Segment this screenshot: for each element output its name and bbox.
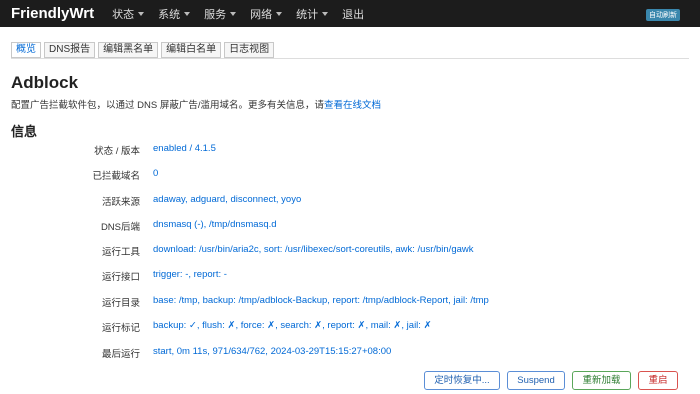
- info-value: dnsmasq (-), /tmp/dnsmasq.d: [153, 219, 277, 230]
- menu-services-label: 服务: [204, 8, 227, 21]
- info-row-dns-backend: DNS后端 dnsmasq (-), /tmp/dnsmasq.d: [0, 219, 700, 233]
- info-row-run-directories: 运行目录 base: /tmp, backup: /tmp/adblock-Bac…: [0, 295, 700, 309]
- auto-refresh-badge[interactable]: 自动刷新: [646, 9, 680, 21]
- menu-statistics[interactable]: 统计: [289, 6, 335, 22]
- info-label: 运行标记: [101, 323, 140, 334]
- menu-logout[interactable]: 退出: [335, 6, 371, 22]
- section-title: 信息: [11, 124, 38, 139]
- info-row-status: 状态 / 版本 enabled / 4.1.5: [0, 143, 700, 157]
- chevron-down-icon: [138, 11, 145, 16]
- chevron-down-icon: [230, 11, 237, 16]
- tab-log-view[interactable]: 日志视图: [224, 42, 275, 58]
- info-value: backup: ✓, flush: ✗, force: ✗, search: ✗…: [153, 320, 432, 331]
- menu-statistics-label: 统计: [296, 8, 319, 21]
- info-row-active-sources: 活跃来源 adaway, adguard, disconnect, yoyo: [0, 194, 700, 208]
- tab-edit-whitelist[interactable]: 编辑白名单: [161, 42, 222, 58]
- info-row-run-interfaces: 运行接口 trigger: -, report: -: [0, 269, 700, 283]
- menu-services[interactable]: 服务: [197, 6, 243, 22]
- reload-button[interactable]: 重新加载: [572, 371, 631, 390]
- info-row-run-utils: 运行工具 download: /usr/bin/aria2c, sort: /us…: [0, 244, 700, 258]
- info-label: 运行接口: [101, 272, 140, 283]
- info-value: start, 0m 11s, 971/634/762, 2024-03-29T1…: [153, 346, 392, 357]
- top-navbar: FriendlyWrt 状态 系统 服务 网络 统计 退出 自动刷新: [0, 0, 700, 27]
- menu-logout-label: 退出: [342, 8, 365, 21]
- tab-dns-report[interactable]: DNS报告: [44, 42, 96, 58]
- tab-bar: 概览 DNS报告 编辑黑名单 编辑白名单 日志视图: [11, 42, 277, 58]
- info-row-run-flags: 运行标记 backup: ✓, flush: ✗, force: ✗, searc…: [0, 320, 700, 334]
- restart-button[interactable]: 重启: [638, 371, 678, 390]
- tab-divider: [11, 58, 689, 59]
- chevron-down-icon: [184, 11, 191, 16]
- chevron-down-icon: [276, 11, 283, 16]
- info-value: base: /tmp, backup: /tmp/adblock-Backup,…: [153, 295, 489, 306]
- menu-network[interactable]: 网络: [243, 6, 289, 22]
- page-description: 配置广告拦截软件包，以通过 DNS 屏蔽广告/滥用域名。更多有关信息，请查看在线…: [11, 97, 381, 111]
- page-title: Adblock: [11, 73, 79, 92]
- info-label: 运行目录: [101, 298, 140, 309]
- tab-overview[interactable]: 概览: [11, 42, 41, 58]
- info-row-last-run: 最后运行 start, 0m 11s, 971/634/762, 2024-03-…: [0, 346, 700, 360]
- info-value: download: /usr/bin/aria2c, sort: /usr/li…: [153, 244, 474, 255]
- menu-network-label: 网络: [250, 8, 273, 21]
- info-label: 状态 / 版本: [94, 146, 140, 157]
- info-label: 最后运行: [101, 349, 140, 360]
- suspend-button[interactable]: Suspend: [507, 371, 565, 390]
- info-label: DNS后端: [100, 222, 140, 233]
- info-value: 0: [153, 168, 159, 179]
- info-label: 运行工具: [101, 247, 140, 258]
- chevron-down-icon: [322, 11, 329, 16]
- info-label: 已拦截域名: [92, 171, 140, 182]
- menu-system-label: 系统: [158, 8, 181, 21]
- menu-status[interactable]: 状态: [105, 6, 151, 22]
- online-docs-link[interactable]: 查看在线文档: [324, 100, 381, 111]
- timer-resume-button[interactable]: 定时恢复中...: [424, 371, 500, 390]
- menu-system[interactable]: 系统: [151, 6, 197, 22]
- brand-logo[interactable]: FriendlyWrt: [11, 5, 94, 22]
- info-label: 活跃来源: [101, 197, 140, 208]
- description-text: 配置广告拦截软件包，以通过 DNS 屏蔽广告/滥用域名。更多有关信息，请: [11, 100, 324, 111]
- main-menu: 状态 系统 服务 网络 统计 退出: [105, 6, 371, 22]
- info-value: enabled / 4.1.5: [153, 143, 216, 154]
- info-row-blocked-domains: 已拦截域名 0: [0, 168, 700, 182]
- info-value: trigger: -, report: -: [153, 269, 227, 280]
- tab-edit-blacklist[interactable]: 编辑黑名单: [98, 42, 159, 58]
- info-value: adaway, adguard, disconnect, yoyo: [153, 194, 302, 205]
- menu-status-label: 状态: [112, 8, 135, 21]
